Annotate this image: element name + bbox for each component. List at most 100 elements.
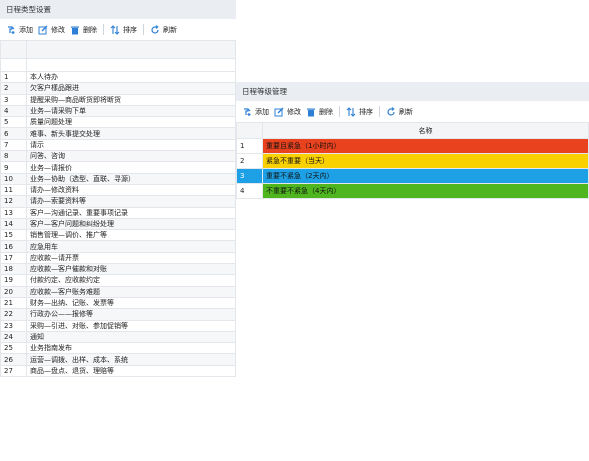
row-index: 12 — [0, 195, 27, 208]
edit-label: 修改 — [51, 25, 65, 34]
refresh-button[interactable]: 刷新 — [386, 106, 413, 117]
row-name: 付款约定、应收款约定 — [26, 274, 236, 287]
table-row[interactable]: 6 难事、新头事提交处理 — [0, 127, 236, 140]
edit-button[interactable]: 修改 — [38, 25, 65, 35]
sort-button[interactable]: 排序 — [110, 24, 137, 35]
table-row[interactable]: 12 请办—索要资料等 — [0, 195, 236, 208]
row-name: 商品—盘点、退货、理赔等 — [26, 364, 236, 378]
table-row[interactable]: 25 业务指南发布 — [0, 342, 236, 355]
table-row[interactable]: 14 客户—客户问题和纠纷处理 — [0, 217, 236, 231]
table-row[interactable]: 2 欠客户樣品跟进 — [0, 82, 236, 95]
table-row[interactable]: 1 重要且紧急（1小时内） — [236, 138, 589, 154]
edit-button[interactable]: 修改 — [274, 107, 301, 117]
row-name: 业务—请采购下单 — [26, 104, 236, 118]
row-index: 2 — [236, 153, 263, 169]
sort-icon — [110, 24, 120, 35]
row-index: 2 — [0, 82, 27, 95]
table-row[interactable]: 18 应收款—客户催款和对账 — [0, 263, 236, 276]
level-name-cell: 紧急不重要（当天） — [262, 153, 589, 169]
table-row[interactable]: 26 运营—调拨、出样、成本、系统 — [0, 353, 236, 366]
add-label: 添加 — [255, 107, 269, 116]
row-index: 4 — [0, 104, 27, 118]
table-row[interactable]: 16 应急用车 — [0, 240, 236, 253]
row-name: 销售管理—调价、推广等 — [26, 229, 236, 242]
toolbar-divider — [339, 106, 340, 117]
table-row[interactable]: 22 行政办公——报修等 — [0, 308, 236, 321]
row-name: 请办—索要资料等 — [26, 195, 236, 208]
row-name: 应收款—请开票 — [26, 251, 236, 265]
row-index: 9 — [0, 161, 27, 174]
table-row[interactable]: 9 业务—请报价 — [0, 161, 236, 174]
row-index: 5 — [0, 116, 27, 129]
table-row[interactable]: 21 财务—出纳、记账、发票等 — [0, 296, 236, 310]
row-name: 客户—客户问题和纠纷处理 — [26, 217, 236, 231]
edit-icon — [38, 25, 48, 34]
table-row[interactable]: 8 问答、咨询 — [0, 150, 236, 163]
table-row[interactable]: 7 请示 — [0, 138, 236, 152]
sort-icon — [346, 106, 356, 117]
delete-button[interactable]: 删除 — [70, 25, 97, 35]
sort-button[interactable]: 排序 — [346, 106, 373, 117]
row-name: 通知 — [26, 330, 236, 344]
row-name: 业务—协助（选型、直联、寻源） — [26, 172, 236, 185]
row-name: 应急用车 — [26, 240, 236, 253]
edit-icon — [274, 107, 284, 116]
table-row[interactable]: 23 采购—引进、对账、参加促销等 — [0, 319, 236, 332]
add-icon — [8, 25, 15, 34]
panel-title: 日程等级管理 — [236, 82, 589, 101]
row-index: 26 — [0, 353, 27, 366]
row-index: 11 — [0, 183, 27, 197]
table-row[interactable]: 4 不重要不紧急（4天内） — [236, 183, 589, 199]
table-row[interactable]: 15 销售管理—调价、推广等 — [0, 229, 236, 242]
table-row[interactable]: 24 通知 — [0, 330, 236, 344]
add-button[interactable]: 添加 — [6, 25, 33, 35]
refresh-label: 刷新 — [163, 25, 177, 34]
table-row[interactable]: 19 付款约定、应收款约定 — [0, 274, 236, 287]
table-row[interactable]: 1 本人待办 — [0, 70, 236, 84]
table-row — [0, 58, 236, 72]
table-row[interactable]: 20 应收款—客户账务难题 — [0, 285, 236, 298]
row-index: 24 — [0, 330, 27, 344]
level-name-cell: 重要且紧急（1小时内） — [262, 138, 589, 154]
table-row[interactable]: 5 质量问题处理 — [0, 116, 236, 129]
table-row[interactable]: 3 重要不紧急（2天内） — [236, 168, 589, 184]
schedule-level-panel: 日程等级管理 添加 修改 删除 排序 刷新 名称 1 重要且紧急（1小时内） 2… — [236, 82, 589, 208]
table-row[interactable]: 10 业务—协助（选型、直联、寻源） — [0, 172, 236, 185]
table-row[interactable]: 2 紧急不重要（当天） — [236, 153, 589, 169]
table-row[interactable]: 17 应收款—请开票 — [0, 251, 236, 265]
table-row[interactable]: 4 业务—请采购下单 — [0, 104, 236, 118]
edit-label: 修改 — [287, 107, 301, 116]
table-row[interactable]: 27 商品—盘点、退货、理赔等 — [0, 364, 236, 378]
row-index: 25 — [0, 342, 27, 355]
toolbar: 添加 修改 删除 排序 刷新 — [236, 101, 589, 122]
row-name: 欠客户樣品跟进 — [26, 82, 236, 95]
table-row[interactable]: 3 提醒采购—商品断货即将断货 — [0, 93, 236, 106]
add-button[interactable]: 添加 — [242, 107, 269, 117]
row-name: 问答、咨询 — [26, 150, 236, 163]
refresh-button[interactable]: 刷新 — [150, 24, 177, 35]
row-index: 1 — [0, 70, 27, 84]
header-index-cell — [0, 40, 27, 59]
row-name: 请示 — [26, 138, 236, 152]
row-index: 14 — [0, 217, 27, 231]
table-row[interactable]: 11 请办—修改资料 — [0, 183, 236, 197]
level-name-cell: 重要不紧急（2天内） — [262, 168, 589, 184]
sort-label: 排序 — [123, 25, 137, 34]
refresh-label: 刷新 — [399, 107, 413, 116]
delete-button[interactable]: 删除 — [306, 107, 333, 117]
trash-icon — [307, 108, 315, 116]
row-index: 6 — [0, 127, 27, 140]
row-index: 20 — [0, 285, 27, 298]
row-name: 难事、新头事提交处理 — [26, 127, 236, 140]
row-index: 8 — [0, 150, 27, 163]
table-row[interactable]: 13 客户—沟通记录、重要事项记录 — [0, 206, 236, 219]
row-index: 19 — [0, 274, 27, 287]
row-name: 提醒采购—商品断货即将断货 — [26, 93, 236, 106]
row-name: 客户—沟通记录、重要事项记录 — [26, 206, 236, 219]
row-index: 15 — [0, 229, 27, 242]
header-index-cell — [236, 122, 263, 139]
row-index: 17 — [0, 251, 27, 265]
row-name: 请办—修改资料 — [26, 183, 236, 197]
level-name-cell: 不重要不紧急（4天内） — [262, 183, 589, 199]
table-header: 名称 — [236, 122, 589, 139]
